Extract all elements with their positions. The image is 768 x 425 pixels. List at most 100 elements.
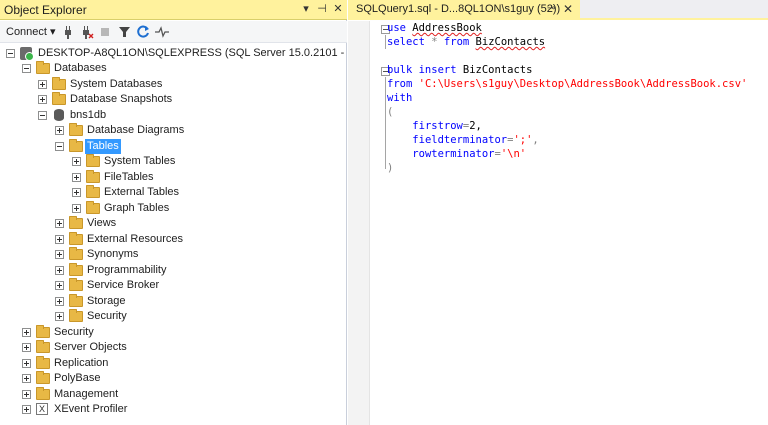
stop-icon[interactable]: [100, 27, 110, 43]
tree-node-label: bns1db: [70, 109, 107, 121]
code-line-2: select * from BizContacts: [387, 36, 546, 48]
query-editor[interactable]: use AddressBook select * from BizContact…: [348, 21, 768, 425]
window-position-dropdown-icon[interactable]: ▾: [300, 2, 312, 15]
folder-icon: [52, 77, 66, 90]
code-line-8: firstrow=2,: [412, 120, 482, 132]
expand-icon[interactable]: [22, 359, 31, 368]
collapse-icon[interactable]: [22, 64, 31, 73]
tree-node-label: Views: [87, 217, 117, 229]
tree-node-label: FileTables: [104, 171, 154, 183]
tree-node-label: Synonyms: [87, 248, 139, 260]
folder-icon: [69, 123, 83, 136]
expand-icon[interactable]: [72, 157, 81, 166]
collapse-icon[interactable]: [38, 111, 47, 120]
tree-node-label: System Databases: [70, 78, 163, 90]
object-explorer-panel: Object Explorer ▾ ⊣ ✕ Connect ▾ DESKTOP-…: [0, 0, 403, 425]
folder-icon: [36, 387, 50, 400]
tree-node-label: Management: [54, 388, 119, 400]
xevent-icon: X: [36, 403, 48, 415]
expand-icon[interactable]: [55, 312, 64, 321]
tree-node-label: Graph Tables: [104, 202, 170, 214]
close-icon[interactable]: ✕: [332, 2, 344, 15]
code-line-11: ): [387, 162, 394, 174]
collapse-icon[interactable]: [6, 49, 15, 58]
object-explorer-titlebar: Object Explorer ▾ ⊣ ✕: [0, 0, 347, 20]
editor-gutter: [348, 21, 370, 425]
code-line-9: fieldterminator=';',: [412, 134, 539, 146]
tree-node-label: Security: [54, 326, 94, 338]
expand-icon[interactable]: [55, 126, 64, 135]
expand-icon[interactable]: [22, 328, 31, 337]
tree-node-label: Security: [87, 310, 127, 322]
tree-node-label: Database Diagrams: [87, 124, 185, 136]
object-explorer-toolbar: Connect ▾: [0, 21, 347, 43]
expand-icon[interactable]: [72, 188, 81, 197]
expand-icon[interactable]: [22, 374, 31, 383]
folder-icon: [86, 201, 100, 214]
object-explorer-tree: DESKTOP-A8QL1ON\SQLEXPRESS (SQL Server 1…: [0, 44, 403, 425]
tab-title: SQLQuery1.sql - D...8QL1ON\s1guy (52)): [356, 3, 561, 15]
folder-icon: [86, 154, 100, 167]
expand-icon[interactable]: [22, 405, 31, 414]
folder-icon: [86, 185, 100, 198]
expand-icon[interactable]: [38, 95, 47, 104]
expand-icon[interactable]: [72, 173, 81, 182]
server-icon: [20, 47, 34, 61]
filter-icon[interactable]: [119, 26, 130, 42]
pin-icon[interactable]: ⊣: [316, 2, 328, 15]
tree-node-label: Server Objects: [54, 341, 127, 353]
disconnect-icon[interactable]: [80, 25, 94, 41]
folder-icon: [69, 216, 83, 229]
folder-icon: [36, 340, 50, 353]
folder-icon: [36, 356, 50, 369]
expand-icon[interactable]: [55, 235, 64, 244]
folder-icon: [69, 139, 83, 152]
code-line-7: (: [387, 106, 394, 118]
code-line-5: from 'C:\Users\s1guy\Desktop\AddressBook…: [387, 78, 748, 90]
tab-pin-icon[interactable]: ⊸: [547, 3, 555, 14]
folder-icon: [36, 61, 50, 74]
tree-node-label: XEvent Profiler: [54, 403, 128, 415]
connect-button[interactable]: Connect ▾: [6, 24, 56, 40]
code-line-4: bulk insert BizContacts: [387, 64, 533, 76]
tree-node-label: Replication: [54, 357, 109, 369]
connect-plug-icon[interactable]: [62, 25, 74, 41]
activity-monitor-icon[interactable]: [155, 26, 169, 42]
folder-icon: [69, 247, 83, 260]
folder-icon: [69, 278, 83, 291]
tree-node-label: External Resources: [87, 233, 183, 245]
fold-guide: [385, 35, 386, 49]
tree-node-label: Database Snapshots: [70, 93, 173, 105]
code-line-1: use AddressBook: [387, 22, 482, 34]
code-line-10: rowterminator='\n': [412, 148, 527, 160]
expand-icon[interactable]: [38, 80, 47, 89]
folder-icon: [69, 232, 83, 245]
database-icon: [54, 109, 64, 121]
folder-icon: [52, 92, 66, 105]
refresh-icon[interactable]: [137, 25, 150, 41]
folder-icon: [86, 170, 100, 183]
tree-node-label-selected: Tables: [85, 139, 121, 154]
expand-icon[interactable]: [22, 390, 31, 399]
tree-node-server[interactable]: DESKTOP-A8QL1ON\SQLEXPRESS (SQL Server 1…: [6, 46, 403, 61]
fold-guide: [385, 77, 386, 169]
document-tab-bar: SQLQuery1.sql - D...8QL1ON\s1guy (52)) ⊸…: [348, 0, 768, 20]
tab-close-icon[interactable]: ✕: [563, 2, 573, 16]
tree-node-label: Programmability: [87, 264, 167, 276]
folder-icon: [36, 371, 50, 384]
code-line-6: with: [387, 92, 413, 104]
expand-icon[interactable]: [55, 266, 64, 275]
expand-icon[interactable]: [55, 297, 64, 306]
expand-icon[interactable]: [55, 250, 64, 259]
expand-icon[interactable]: [72, 204, 81, 213]
tree-node-label: Service Broker: [87, 279, 160, 291]
object-explorer-title: Object Explorer: [4, 3, 87, 17]
folder-icon: [69, 309, 83, 322]
collapse-icon[interactable]: [55, 142, 64, 151]
folder-icon: [69, 294, 83, 307]
expand-icon[interactable]: [55, 219, 64, 228]
folder-icon: [36, 325, 50, 338]
expand-icon[interactable]: [55, 281, 64, 290]
expand-icon[interactable]: [22, 343, 31, 352]
tab-sqlquery1[interactable]: SQLQuery1.sql - D...8QL1ON\s1guy (52)) ⊸…: [348, 0, 580, 20]
